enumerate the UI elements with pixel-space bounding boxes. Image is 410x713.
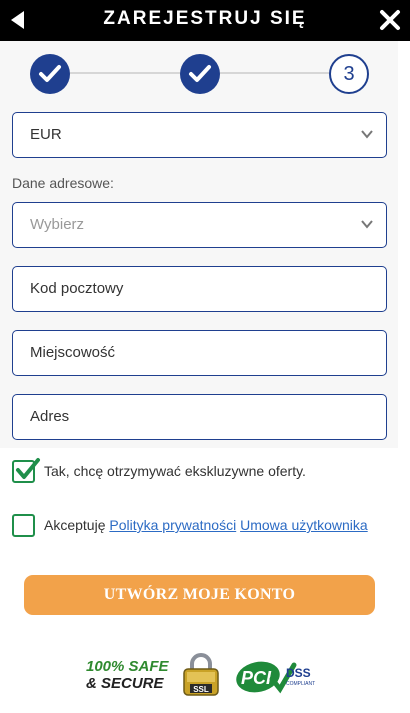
safe-badge-line1: 100% SAFE	[86, 658, 169, 675]
dss-badge-subtext: COMPLIANT	[286, 681, 315, 687]
currency-select[interactable]: EUR	[12, 112, 387, 158]
terms-prefix: Akceptuję	[44, 517, 106, 533]
ssl-lock-icon: SSL	[183, 653, 219, 696]
country-placeholder: Wybierz	[30, 216, 85, 233]
form-panel: 3 EUR Dane adresowe: Wybierz Kod pocztow…	[0, 41, 398, 448]
postal-code-placeholder: Kod pocztowy	[30, 280, 124, 297]
city-placeholder: Miejscowość	[30, 344, 116, 361]
checkmark-icon	[16, 458, 40, 479]
page-title: ZAREJESTRUJ SIĘ	[103, 8, 307, 29]
privacy-policy-link[interactable]: Polityka prywatności	[109, 517, 236, 533]
chevron-down-icon	[361, 130, 373, 139]
terms-consent-label: Akceptuję Polityka prywatności Umowa uży…	[44, 517, 368, 533]
dss-badge-text: DSS	[286, 666, 311, 680]
safe-secure-badge: 100% SAFE & SECURE	[86, 658, 169, 692]
create-account-button[interactable]: UTWÓRZ MOJE KONTO	[24, 575, 375, 615]
address-section-label: Dane adresowe:	[12, 175, 114, 191]
postal-code-input[interactable]: Kod pocztowy	[12, 266, 387, 312]
offers-checkbox[interactable]	[12, 458, 40, 483]
progress-stepper: 3	[0, 41, 410, 105]
step-connector	[68, 72, 182, 74]
step-3-current: 3	[329, 54, 369, 94]
country-select[interactable]: Wybierz	[12, 202, 387, 248]
pci-badge-text: PCI	[241, 668, 272, 688]
checkmark-icon	[189, 65, 211, 82]
close-icon[interactable]	[379, 9, 401, 31]
offers-consent-label: Tak, chcę otrzymywać ekskluzywne oferty.	[44, 463, 306, 479]
step-2-completed	[180, 54, 220, 94]
address-input[interactable]: Adres	[12, 394, 387, 440]
security-badges: 100% SAFE & SECURE SSL PCI DSS COMPLIANT	[0, 650, 410, 700]
step-1-completed	[30, 54, 70, 94]
currency-value: EUR	[30, 126, 62, 143]
address-placeholder: Adres	[30, 408, 70, 425]
ssl-badge-text: SSL	[193, 685, 209, 694]
step-connector	[218, 72, 332, 74]
pci-dss-badge: PCI DSS COMPLIANT	[236, 661, 315, 694]
checkmark-icon	[39, 65, 61, 82]
terms-checkbox[interactable]	[12, 514, 35, 537]
safe-badge-line2: & SECURE	[86, 675, 164, 692]
user-agreement-link[interactable]: Umowa użytkownika	[240, 517, 368, 533]
header-bar: ZAREJESTRUJ SIĘ	[0, 0, 410, 41]
city-input[interactable]: Miejscowość	[12, 330, 387, 376]
chevron-down-icon	[361, 220, 373, 229]
